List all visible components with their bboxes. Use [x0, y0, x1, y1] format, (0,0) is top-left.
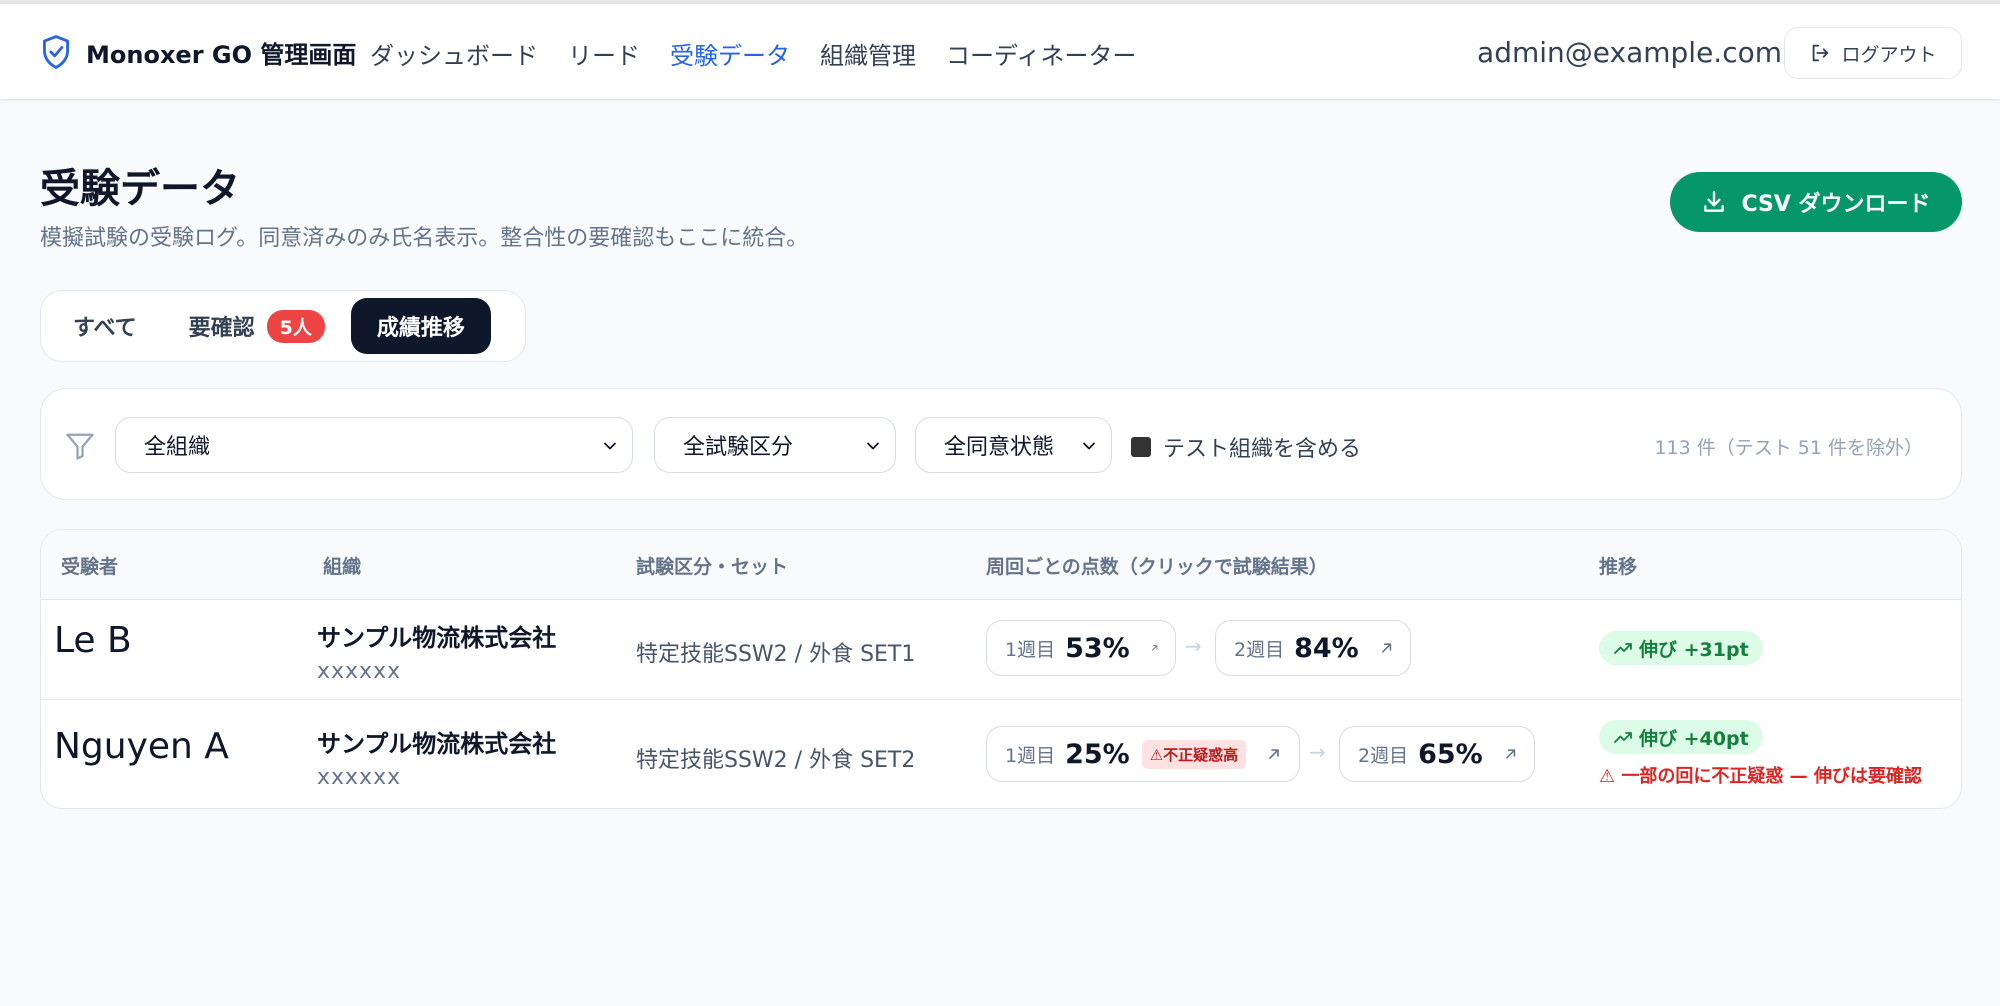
- examinee-name: Le B: [54, 620, 132, 661]
- app-title: Monoxer GO 管理画面: [86, 40, 357, 69]
- trend-warning: ⚠ 一部の回に不正疑惑 — 伸びは要確認: [1599, 766, 1922, 787]
- tab-needs-review[interactable]: 要確認 5人: [163, 298, 351, 354]
- attempt-score-chip[interactable]: 1週目 25% ⚠不正疑惑高: [986, 726, 1300, 782]
- tab-all-label: すべて: [73, 316, 137, 341]
- attempt-score: 84%: [1294, 632, 1359, 664]
- include-test-orgs-checkbox[interactable]: [1131, 437, 1151, 457]
- chevron-down-icon: [867, 442, 879, 450]
- table-row: Le B サンプル物流株式会社 xxxxxx 特定技能SSW2 / 外食 SET…: [41, 600, 1961, 700]
- column-header-trend: 推移: [1599, 556, 1638, 578]
- exam-set: 特定技能SSW2 / 外食 SET1: [636, 642, 916, 667]
- external-link-icon: [1151, 645, 1158, 651]
- csv-download-label: CSV ダウンロード: [1741, 192, 1931, 217]
- organization-select-value: 全組織: [144, 435, 211, 460]
- page-subtitle: 模擬試験の受験ログ。同意済みのみ氏名表示。整合性の要確認もここに統合。: [40, 226, 809, 251]
- column-header-examinee: 受験者: [61, 556, 119, 578]
- nav-item-leads[interactable]: リード: [568, 36, 640, 71]
- attempt-score-chip[interactable]: 1週目 53%: [986, 620, 1176, 676]
- column-header-scores: 周回ごとの点数（クリックで試験結果）: [986, 556, 1328, 578]
- include-test-orgs-toggle[interactable]: テスト組織を含める: [1131, 431, 1361, 463]
- trend-value: 伸び +40pt: [1639, 727, 1749, 750]
- fraud-suspicion-tag: ⚠不正疑惑高: [1141, 739, 1247, 769]
- external-link-icon: [1269, 749, 1279, 759]
- attempt-score-chip[interactable]: 2週目 84%: [1215, 620, 1411, 676]
- organization-sub: xxxxxx: [317, 659, 402, 684]
- column-header-exam: 試験区分・セット: [636, 556, 789, 578]
- nav-item-exam-data[interactable]: 受験データ: [670, 36, 790, 71]
- result-count: 113 件（テスト 51 件を除外）: [1654, 437, 1923, 459]
- shield-check-icon: [43, 35, 69, 69]
- attempt-label: 1週目: [1005, 744, 1056, 767]
- organization-name: サンプル物流株式会社: [317, 624, 557, 652]
- attempt-label: 2週目: [1234, 638, 1285, 661]
- nav-item-organizations[interactable]: 組織管理: [820, 36, 916, 71]
- trending-up-icon: [1614, 732, 1632, 743]
- filter-icon: [66, 433, 94, 460]
- attempt-label: 2週目: [1358, 744, 1409, 767]
- page-title: 受験データ: [40, 166, 240, 212]
- logout-icon: [1813, 44, 1829, 62]
- attempt-label: 1週目: [1005, 638, 1056, 661]
- logout-button[interactable]: ログアウト: [1784, 27, 1962, 79]
- exam-set: 特定技能SSW2 / 外食 SET2: [636, 748, 916, 773]
- chevron-down-icon: [604, 442, 616, 450]
- exam-category-select-value: 全試験区分: [683, 435, 794, 460]
- external-link-icon: [1381, 643, 1391, 653]
- nav-item-dashboard[interactable]: ダッシュボード: [370, 36, 538, 71]
- main-nav: ダッシュボード リード 受験データ 組織管理 コーディネーター: [370, 36, 1136, 71]
- review-count-badge: 5人: [266, 309, 325, 343]
- organization-sub: xxxxxx: [317, 765, 402, 790]
- attempt-score: 53%: [1065, 632, 1130, 664]
- external-link-icon: [1505, 749, 1515, 759]
- organization-cell: サンプル物流株式会社 xxxxxx: [317, 618, 556, 684]
- user-email: admin@example.com: [1477, 36, 1782, 69]
- trend-value: 伸び +31pt: [1639, 638, 1749, 661]
- attempt-score-chip[interactable]: 2週目 65%: [1339, 726, 1535, 782]
- arrow-right-icon: →: [1185, 634, 1202, 658]
- tab-score-trend[interactable]: 成績推移: [350, 298, 491, 354]
- attempt-score: 65%: [1418, 738, 1483, 770]
- table-row: Nguyen A サンプル物流株式会社 xxxxxx 特定技能SSW2 / 外食…: [41, 700, 1961, 808]
- chevron-down-icon: [1083, 442, 1095, 450]
- csv-download-button[interactable]: CSV ダウンロード: [1670, 172, 1962, 232]
- app-header: Monoxer GO 管理画面 ダッシュボード リード 受験データ 組織管理 コ…: [0, 4, 2000, 100]
- filter-bar: 全組織 全試験区分 全同意状態 テスト組織を含める 113 件（テスト 51 件…: [40, 388, 1962, 500]
- examinee-name: Nguyen A: [54, 726, 229, 767]
- tab-needs-review-label: 要確認: [188, 316, 255, 341]
- include-test-orgs-label: テスト組織を含める: [1163, 437, 1362, 462]
- logout-label: ログアウト: [1841, 43, 1937, 66]
- download-icon: [1704, 191, 1725, 212]
- organization-cell: サンプル物流株式会社 xxxxxx: [317, 724, 556, 790]
- nav-item-coordinators[interactable]: コーディネーター: [946, 36, 1136, 71]
- trend-badge: 伸び +31pt: [1599, 631, 1763, 665]
- brand[interactable]: Monoxer GO 管理画面: [40, 34, 356, 70]
- trending-up-icon: [1614, 643, 1632, 654]
- arrow-right-icon: →: [1309, 740, 1326, 764]
- organization-name: サンプル物流株式会社: [317, 730, 557, 758]
- column-header-organization: 組織: [323, 556, 362, 578]
- exam-category-select[interactable]: 全試験区分: [654, 417, 896, 473]
- consent-select[interactable]: 全同意状態: [915, 417, 1112, 473]
- tab-score-trend-label: 成績推移: [376, 316, 465, 341]
- table-header: 受験者 組織 試験区分・セット 周回ごとの点数（クリックで試験結果） 推移: [41, 530, 1961, 600]
- trend-badge: 伸び +40pt: [1599, 720, 1763, 754]
- organization-select[interactable]: 全組織: [115, 417, 633, 473]
- attempt-score: 25%: [1065, 738, 1130, 770]
- exam-data-table: 受験者 組織 試験区分・セット 周回ごとの点数（クリックで試験結果） 推移 Le…: [40, 529, 1962, 809]
- consent-select-value: 全同意状態: [944, 435, 1055, 460]
- tab-all[interactable]: すべて: [47, 298, 163, 354]
- view-tabs: すべて 要確認 5人 成績推移: [40, 290, 526, 362]
